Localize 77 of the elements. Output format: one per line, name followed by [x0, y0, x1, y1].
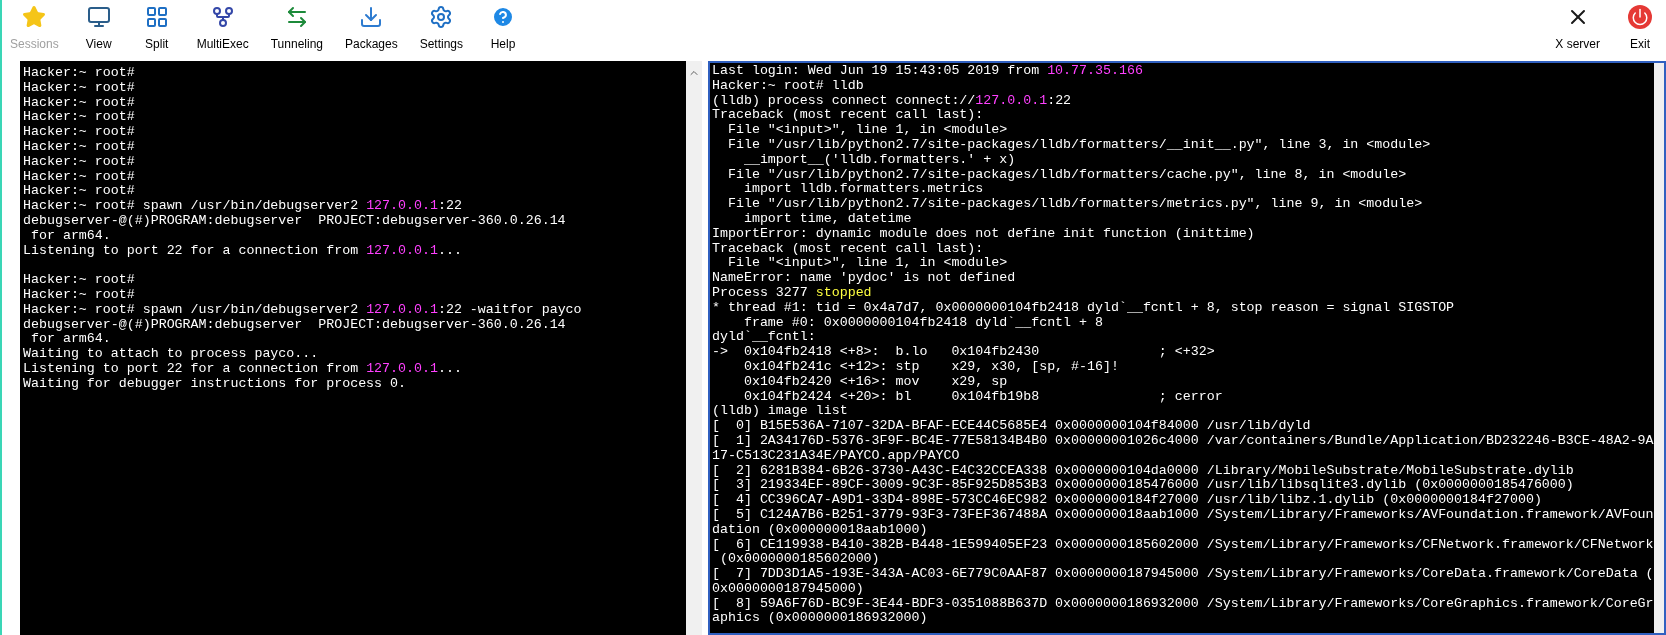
terminal-line: Listening to port 22 for a connection from 127.0.0.1... — [23, 361, 462, 377]
terminal-line: 0x104fb2420 <+16>: mov x29, sp — [742, 374, 1008, 390]
terminal-line: debugserver-@(#)PROGRAM:debugserver PROJECT:debugserver-360.0.26.14 — [23, 213, 566, 229]
terminal-line: [ 5] C124A7B6-B251-3779-93F3-73FEF367488A 0x000000018aab1000 /System/Library/Frameworks/AVFoundation.framework/AVFoun — [712, 507, 1654, 523]
terminal-line: import lldb.formatters.metrics — [742, 182, 984, 198]
terminal-line: Traceback (most recent call last): — [712, 241, 984, 257]
scrollbar[interactable] — [686, 61, 702, 635]
terminal-line: Hacker:~ root# — [23, 66, 135, 81]
star-icon — [22, 5, 47, 29]
settings-icon — [429, 5, 454, 29]
terminal-line: __import__('lldb.formatters.' + x) — [742, 152, 1016, 168]
terminal-line: File "/usr/lib/python2.7/site-packages/lldb/formatters/__init__.py", line 3, in <module> — [726, 138, 1431, 153]
terminal-line: frame #0: 0x0000000104fb2418 dyld`__fcntl + 8 — [742, 315, 1103, 330]
toolbar-button[interactable]: Settings — [411, 1, 472, 57]
grid-icon — [144, 5, 169, 29]
terminal-line: Hacker:~ root# — [23, 154, 135, 170]
power-icon — [1628, 5, 1652, 29]
toolbar-button[interactable]: Split — [130, 1, 183, 57]
terminal-line: [ 3] 219334EF-89CF-3009-9C3F-85F925D853B3 0x0000000185476000 /usr/lib/libsqlite3.dylib (0x0000000185476000) — [712, 478, 1574, 494]
terminal-line: [ 1] 2A34176D-5376-3F9F-BC4E-77E58134B4B0 0x00000001026c4000 /var/containers/Bundle/Application/BD232246-B3CE-48A2-9A — [712, 433, 1654, 449]
terminal-line: File "<input>", line 1, in <module> — [726, 256, 1008, 272]
terminal-line: Hacker:~ root# — [23, 110, 135, 126]
terminal-line: import time, datetime — [742, 211, 912, 227]
terminal-line: Waiting for debugger instructions for process 0. — [23, 376, 406, 392]
terminal-line: dyld`__fcntl: — [712, 330, 816, 346]
toolbar-button[interactable]: View — [72, 1, 125, 57]
toolbar-button[interactable]: Exit — [1614, 1, 1666, 57]
terminal-line: [ 2] 6281B384-6B26-3730-A43C-E4C32CCEA338 0x0000000104da0000 /Library/MobileSubstrate/MobileSubstrate.dylib — [712, 463, 1574, 479]
terminal-line: Hacker:~ root# lldb — [712, 78, 864, 94]
terminal-line: debugserver-@(#)PROGRAM:debugserver PROJECT:debugserver-360.0.26.14 — [23, 317, 566, 333]
terminal-line: File "<input>", line 1, in <module> — [726, 123, 1008, 138]
terminal-line: for arm64. — [29, 228, 111, 244]
terminal-line: File "/usr/lib/python2.7/site-packages/lldb/formatters/metrics.py", line 9, in <module> — [726, 197, 1423, 212]
terminal-line: [ 0] B15E536A-7107-32DA-BFAF-ECE44C5685E4 0x0000000104f84000 /usr/lib/dyld — [712, 419, 1311, 434]
terminal-line: [ 7] 7DD3D1A5-193E-343A-AC03-6E779C0AAF87 0x0000000187945000 /System/Library/Frameworks/CoreData.framework/CoreData ( — [712, 567, 1654, 582]
terminal-line: Hacker:~ root# — [23, 184, 135, 200]
terminal-line: Hacker:~ root# — [23, 169, 135, 185]
terminal-line: (lldb) process connect connect://127.0.0.1:22 — [712, 93, 1072, 109]
download-icon — [359, 5, 384, 29]
terminal-line: Hacker:~ root# — [23, 125, 135, 140]
terminal-line: 17-C513C231A34E/PAYCO.app/PAYCO — [712, 448, 960, 464]
terminal-line: for arm64. — [29, 332, 111, 348]
terminal-line: Traceback (most recent call last): — [712, 108, 984, 124]
toolbar-button[interactable]: MultiExec — [188, 1, 257, 57]
terminal-line: 0x0000000187945000) — [712, 581, 864, 597]
terminal-line: (lldb) image list — [712, 404, 848, 420]
monitor-icon — [86, 5, 111, 29]
terminal-line: ImportError: dynamic module does not define init function (inittime) — [712, 226, 1255, 242]
terminal-line: 0x104fb241c <+12>: stp x29, x30, [sp, #-16]! — [742, 359, 1119, 375]
terminal-line: -> 0x104fb2418 <+8>: b.lo 0x104fb2430 ; <+32> — [712, 345, 1215, 360]
terminal-line: Listening to port 22 for a connection from 127.0.0.1... — [23, 243, 462, 259]
terminal-line: Hacker:~ root# — [23, 140, 135, 155]
terminal-line: [ 4] CC396CA7-A9D1-33D4-898E-573CC46EC982 0x0000000184f27000 /usr/lib/libz.1.dylib (0x0000000184f27000) — [712, 493, 1542, 508]
toolbar-button[interactable]: Help — [477, 1, 530, 57]
terminal-line: [ 8] 59A6F76D-BC9F-3E44-BDF3-0351088B637D 0x0000000186932000 /System/Library/Frameworks/CoreGraphics.framework/CoreGr — [712, 596, 1654, 612]
terminal-line: NameError: name 'pydoc' is not defined — [712, 271, 1016, 286]
terminal-line: 0x104fb2424 <+20>: bl 0x104fb19b8 ; cerror — [742, 389, 1223, 405]
terminal-line: Hacker:~ root# — [23, 95, 135, 111]
toolbar-button[interactable]: Packages — [337, 1, 406, 57]
terminal-line: Hacker:~ root# — [23, 273, 135, 288]
terminal-line: Waiting to attach to process payco... — [23, 347, 319, 362]
toolbar-button[interactable]: Tunneling — [262, 1, 331, 57]
terminal-line: [ 6] CE119938-B410-382B-B448-1E599405EF23 0x0000000185602000 /System/Library/Frameworks/CFNetwork.framework/CFNetwork — [712, 537, 1654, 553]
terminal-line: * thread #1: tid = 0x4a7d7, 0x0000000104fb2418 dyld`__fcntl + 8, stop reason = signal SIGSTOP — [712, 300, 1455, 316]
scrollbar[interactable] — [1654, 63, 1664, 633]
terminal-line: (0x0000000185602000) — [718, 552, 880, 568]
toolbar-button[interactable]: X server — [1547, 1, 1608, 57]
terminal-line: Process 3277 stopped — [712, 285, 872, 301]
terminal-line: Hacker:~ root# spawn /usr/bin/debugserver2 127.0.0.1:22 -waitfor payco — [23, 302, 582, 318]
terminal-line: Last login: Wed Jun 19 15:43:05 2019 from 10.77.35.166 — [712, 64, 1143, 79]
terminal-line: Hacker:~ root# spawn /usr/bin/debugserver2 127.0.0.1:22 — [23, 199, 462, 214]
terminal-line: Hacker:~ root# — [23, 287, 135, 303]
terminal-line: aphics (0x0000000186932000) — [712, 611, 928, 627]
terminal-line: Hacker:~ root# — [23, 80, 135, 96]
terminal-line: dation (0x000000018aab1000) — [712, 522, 928, 538]
fork-icon — [210, 5, 235, 29]
terminal-line: File "/usr/lib/python2.7/site-packages/lldb/formatters/cache.py", line 8, in <module> — [726, 167, 1407, 183]
